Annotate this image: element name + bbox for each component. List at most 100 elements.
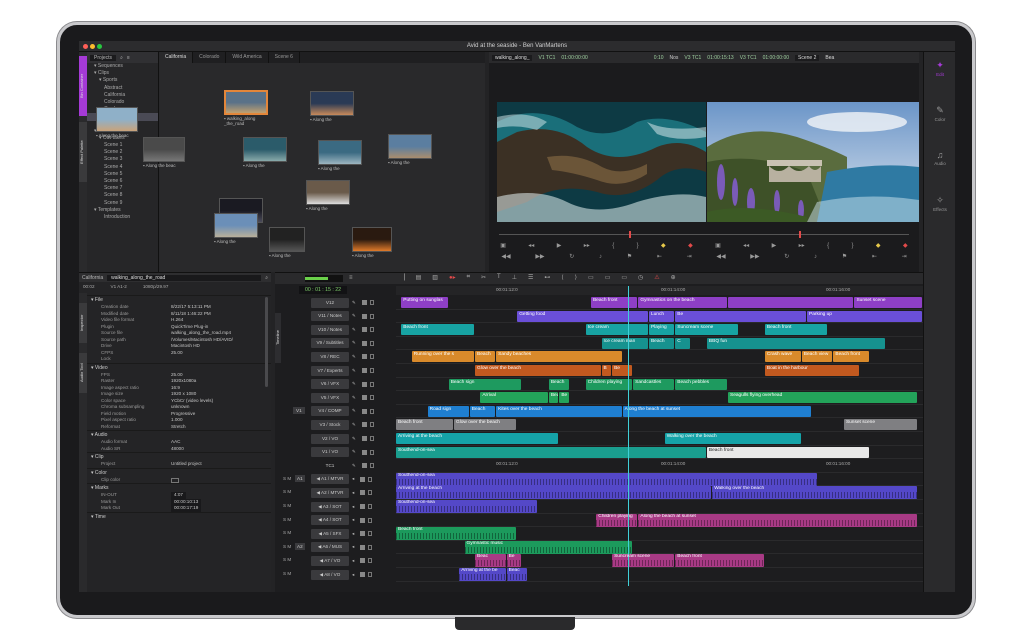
track-monitor-icon[interactable] [369,395,374,401]
audio-ruler[interactable]: 00:01:12:0 00:01:14:00 00:01:16:00 [396,460,923,469]
marker-icon[interactable]: ⚑ [627,253,632,260]
timeline-clip[interactable]: Children playing [585,378,633,390]
trim-2-icon[interactable]: ⇤ [872,253,877,260]
timeline-clip[interactable]: Kites over the beach [496,405,622,417]
inspector-clip-name[interactable]: walking_along_the_road [107,274,262,281]
alert-icon[interactable]: ⚠ [654,274,659,281]
edit-icon[interactable]: ✎ [352,300,356,306]
rail-effects[interactable]: ✧ Effects [924,195,955,212]
timeline-timecode[interactable]: 00 : 01 : 15 : 22 [299,286,347,294]
timeline-clip[interactable]: Beach pebbles [675,378,727,390]
step-forward-2-icon[interactable]: ▸▸ [799,242,805,249]
timeline-audio-clip[interactable]: Suncream scene [612,554,675,568]
track-name[interactable]: V8 / REC [311,351,349,362]
track-header[interactable]: S M A1 ◀ A1 / MTVR ◂ [275,473,396,486]
marker-2-icon[interactable]: ⚑ [842,253,847,260]
track-header[interactable]: S M ◀ A8 / VO ◂ [275,568,396,581]
timeline-audio-clip[interactable]: Along the beach at sunset [638,513,917,527]
edit-icon[interactable]: ✎ [352,381,356,387]
track-monitor-icon[interactable] [369,436,374,441]
timeline-clip[interactable]: Parking up [807,310,922,322]
track-monitor-icon[interactable] [369,354,374,360]
timeline-audio-clip[interactable]: Beach front [675,554,764,568]
timeline-clip[interactable]: Walking over the beach [664,433,801,444]
bin-tab[interactable]: California [159,52,194,63]
step-back-2-icon[interactable]: ◂◂ [743,242,749,249]
bin-clip[interactable]: ▪ Along the [318,140,362,171]
solo-mute[interactable]: S M [283,476,291,481]
bin-clip[interactable]: ▪ walking_along _the_road [224,90,268,126]
jkl-rewind-icon[interactable]: ◀◀ [501,253,510,260]
speaker-icon[interactable]: ◂ [352,504,354,510]
track-header[interactable]: V7 / Experts ✎ [275,364,396,377]
timeline-clip[interactable]: Lunch [648,310,675,322]
inspector-section-color[interactable]: ▾ Color [87,467,271,477]
speaker-icon[interactable]: ◂ [352,490,354,496]
inspector-section-file[interactable]: ▾ File [87,295,271,304]
tree-item[interactable]: ▾ Sequences [87,63,158,70]
metadata-value[interactable]: Untitled project [171,461,202,468]
track-header[interactable]: S M ◀ A3 / SOT ◂ [275,500,396,513]
timeline-audio-clip[interactable]: Be [506,554,522,568]
solo-mute[interactable]: S M [283,489,291,494]
bin-clip[interactable]: ▪ Along the beac [143,137,185,168]
play-2-icon[interactable]: ▶ [772,242,777,249]
bin-tab[interactable]: Scene 6 [269,52,300,63]
tree-item[interactable]: Scene 5 [87,171,158,178]
edit-icon[interactable]: ✎ [352,368,356,374]
inspector-section-time[interactable]: ▾ Time [87,511,271,521]
segment-mode-icon[interactable]: ▕ [400,274,405,281]
tree-item[interactable]: Scene 6 [87,178,158,185]
lasso-icon[interactable]: ⌗ [467,274,470,281]
timeline-clip[interactable]: Sunset scene [843,419,917,431]
timeline-clip[interactable]: Beach front [764,324,828,336]
track-lock-icon[interactable] [361,327,367,333]
timeline-clip[interactable]: Beach front [401,324,475,336]
track-lock-icon[interactable] [361,436,367,441]
timeline-clip[interactable]: B [601,365,612,376]
jkl-forward-2-icon[interactable]: ▶▶ [750,253,759,260]
speaker-icon[interactable]: ◂ [352,476,354,482]
source-patch[interactable]: A2 [295,542,305,550]
timeline-clip[interactable]: Gymnastics on the beach [638,297,727,308]
track-lock-icon[interactable] [360,504,366,509]
solo-mute[interactable]: S M [283,530,291,535]
source-monitor-frame[interactable] [497,102,706,222]
track-lock-icon[interactable] [360,544,366,550]
track-header[interactable]: S M ◀ A4 / SOT ◂ [275,514,396,527]
track-monitor-icon[interactable] [369,408,374,414]
track-name[interactable]: V12 [311,297,349,308]
tree-item[interactable]: Introduction [87,214,158,221]
track-name[interactable]: V6 / VFX [311,379,349,390]
edit-icon[interactable]: ✎ [352,408,356,414]
solo-mute[interactable]: S M [283,517,291,522]
timeline-clip[interactable]: Beach front [590,297,638,308]
track-monitor-icon[interactable] [369,300,374,305]
track-header[interactable]: TC1 ✎ [275,459,396,472]
player-scrub-bar[interactable] [489,230,919,239]
timeline-clip[interactable]: Ice cream [585,324,648,336]
bin-tab[interactable]: Colorado [193,52,227,63]
track-lock-icon[interactable] [361,340,367,346]
text-icon[interactable]: T [497,274,501,281]
inspector-section-marks[interactable]: ▾ Marks [87,483,271,492]
trim-right-icon[interactable]: ⟩ [575,274,577,281]
timeline-clip[interactable]: Arriving at the beach [396,433,559,444]
timeline-clip[interactable]: Be [612,365,633,376]
inspector-section-clip[interactable]: ▾ Clip [87,452,271,461]
solo-mute[interactable]: S M [283,544,291,549]
rail-color[interactable]: ✎ Color [924,105,955,122]
timeline-clip[interactable]: Sandy beaches [496,351,622,363]
timeline-clip[interactable]: Arrival [480,392,548,404]
timeline-clip[interactable]: Beach [648,337,675,349]
track-monitor-icon[interactable] [368,490,373,496]
step-forward-icon[interactable]: ▸▸ [584,242,590,249]
metadata-value[interactable] [171,477,179,483]
menu-icon[interactable]: ≡ [349,275,353,281]
track-lock-icon[interactable] [361,300,367,305]
match-frame-2-icon[interactable]: ⇥ [902,253,907,260]
track-header[interactable]: V11 / Notes ✎ [275,310,396,323]
jkl-forward-icon[interactable]: ▶▶ [535,253,544,260]
source-patch[interactable]: A1 [295,474,305,482]
track-monitor-icon[interactable] [368,531,373,537]
